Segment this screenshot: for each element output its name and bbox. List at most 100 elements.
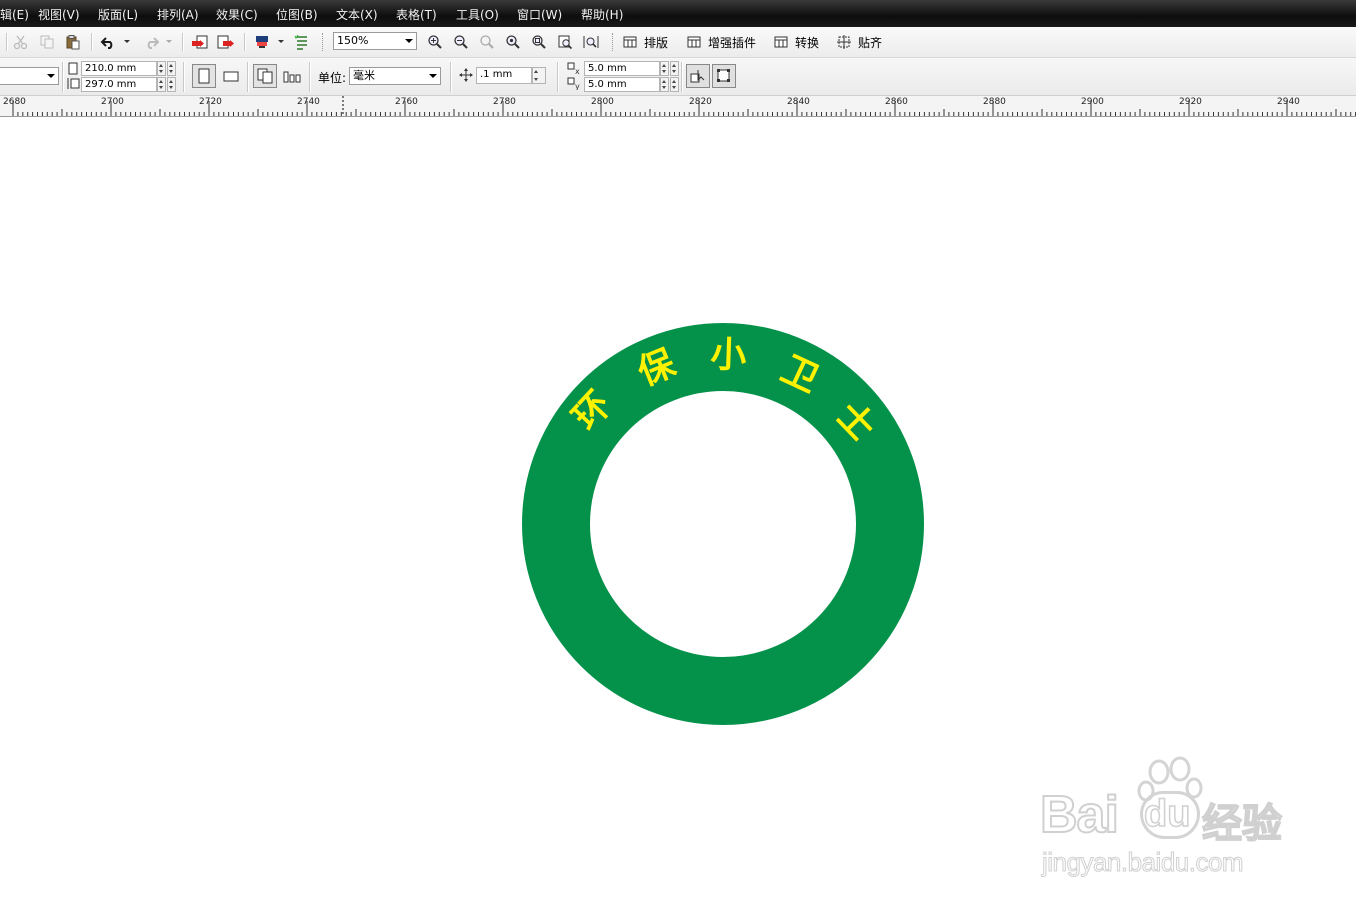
menu-arrange[interactable]: 排列(A): [157, 6, 199, 23]
menu-help[interactable]: 帮助(H): [581, 6, 623, 23]
unit-combo[interactable]: 毫米: [349, 67, 441, 85]
baidu-watermark: Bai du 经验 jingyan.baidu.com: [1039, 755, 1300, 878]
page-width-lock[interactable]: [167, 61, 176, 76]
duplicate-distance-y-field[interactable]: 5.0 mm: [584, 77, 660, 92]
landscape-button[interactable]: [220, 64, 242, 88]
zoom-out-icon[interactable]: [452, 33, 470, 51]
undo-icon[interactable]: [98, 33, 120, 51]
portrait-button[interactable]: [192, 64, 216, 88]
ruler-label: 2780: [493, 97, 516, 107]
ruler-label: 2840: [787, 97, 810, 107]
convert-plugin-button[interactable]: 转换: [773, 33, 829, 51]
menu-bar: 编辑(E) 视图(V) 版面(L) 排列(A) 效果(C) 位图(B) 文本(X…: [0, 0, 1356, 27]
treat-as-filled-icon: [690, 70, 705, 83]
ruler-label: 2740: [297, 97, 320, 107]
zoom-to-page-icon[interactable]: [556, 33, 574, 51]
duplicate-y-icon: y: [567, 77, 583, 93]
zoom-one-shot-icon[interactable]: [478, 33, 496, 51]
duplicate-x-icon: x: [567, 62, 583, 78]
undo-dropdown-icon[interactable]: [122, 36, 132, 48]
ruler-label: 2900: [1081, 97, 1104, 107]
paste-icon[interactable]: [64, 33, 82, 51]
ruler-label: 2680: [3, 97, 26, 107]
page-height-spinner[interactable]: [157, 77, 166, 92]
ruler-label: 2820: [689, 97, 712, 107]
horizontal-ruler[interactable]: 2680 2700 2720 2740 2760 2780 2800 2820 …: [0, 96, 1356, 117]
cut-icon[interactable]: [12, 33, 30, 51]
plugin-grid-icon: [774, 36, 788, 48]
copy-icon[interactable]: [38, 33, 56, 51]
import-icon[interactable]: [190, 33, 210, 51]
snap-plugin-label: 贴齐: [858, 35, 883, 50]
watermark-url: jingyan.baidu.com: [1041, 847, 1244, 878]
duplicate-distance-x-field[interactable]: 5.0 mm: [584, 61, 660, 76]
ruler-label: 2880: [983, 97, 1006, 107]
zoom-to-page-width-icon[interactable]: [582, 33, 600, 51]
redo-icon[interactable]: [140, 33, 162, 51]
page-width-field[interactable]: 210.0 mm: [81, 61, 157, 76]
svg-text:x: x: [575, 67, 580, 75]
convert-plugin-label: 转换: [795, 35, 820, 50]
layout-plugin-button[interactable]: 排版: [622, 33, 678, 51]
chevron-down-icon[interactable]: [47, 74, 55, 78]
baidu-du-text: du: [1143, 792, 1191, 836]
welcome-screen-icon[interactable]: [292, 33, 312, 51]
duplicate-x-spinner[interactable]: [670, 61, 679, 76]
landscape-icon: [223, 71, 239, 82]
layout-plugin-label: 排版: [644, 35, 669, 50]
duplicate-y-dropdown[interactable]: [660, 77, 669, 92]
page-height-icon: [66, 77, 80, 93]
paper-size-combo[interactable]: [0, 67, 59, 85]
menu-table[interactable]: 表格(T): [396, 6, 437, 23]
drawing-canvas[interactable]: 环 保 小 卫 士 Bai du 经验 jingyan.baidu.com: [0, 117, 1356, 902]
menu-layout[interactable]: 版面(L): [98, 6, 138, 23]
zoom-to-selected-icon[interactable]: [504, 33, 522, 51]
property-bar: 210.0 mm 297.0 mm 单位: 毫米 .1 mm x 5.0 mm …: [0, 58, 1356, 96]
duplicate-x-dropdown[interactable]: [660, 61, 669, 76]
enhance-plugin-button[interactable]: 增强插件: [686, 33, 766, 51]
nudge-distance-spinner[interactable]: [532, 67, 546, 84]
menu-edit[interactable]: 编辑(E): [0, 6, 29, 23]
page-height-field[interactable]: 297.0 mm: [81, 77, 157, 92]
unit-label: 单位:: [318, 71, 347, 85]
zoom-in-icon[interactable]: [426, 33, 444, 51]
page-height-lock[interactable]: [167, 77, 176, 92]
nudge-icon: [459, 68, 473, 85]
duplicate-y-spinner[interactable]: [670, 77, 679, 92]
baidu-brand-text: Bai: [1039, 785, 1120, 845]
arc-char: 小: [710, 333, 747, 376]
treat-as-filled-button[interactable]: [686, 64, 710, 88]
zoom-to-all-objects-icon[interactable]: [530, 33, 548, 51]
export-icon[interactable]: [216, 33, 236, 51]
zoom-level-value: 150%: [337, 34, 369, 47]
menu-window[interactable]: 窗口(W): [517, 6, 562, 23]
jingyan-text: 经验: [1201, 800, 1283, 848]
redo-dropdown-icon[interactable]: [164, 36, 174, 48]
menu-tools[interactable]: 工具(O): [456, 6, 499, 23]
current-page-icon: [283, 71, 301, 83]
page-width-spinner[interactable]: [157, 61, 166, 76]
ruler-label: 2800: [591, 97, 614, 107]
snap-plugin-button[interactable]: 贴齐: [836, 33, 892, 51]
chevron-down-icon[interactable]: [429, 74, 437, 78]
plugin-grid-icon: [687, 36, 701, 48]
edit-bounds-button[interactable]: [712, 64, 736, 88]
menu-view[interactable]: 视图(V): [38, 6, 80, 23]
all-pages-icon: [257, 68, 273, 84]
portrait-icon: [198, 68, 210, 84]
menu-effects[interactable]: 效果(C): [216, 6, 258, 23]
all-pages-button[interactable]: [253, 64, 277, 88]
enhance-plugin-label: 增强插件: [708, 35, 757, 50]
ruler-label: 2700: [101, 97, 124, 107]
application-launcher-icon[interactable]: [252, 33, 272, 51]
zoom-level-combo[interactable]: 150%: [333, 32, 417, 50]
ruler-label: 2860: [885, 97, 908, 107]
nudge-distance-field[interactable]: .1 mm: [476, 67, 532, 84]
chevron-down-icon[interactable]: [405, 39, 413, 43]
current-page-button[interactable]: [281, 64, 303, 88]
menu-text[interactable]: 文本(X): [336, 6, 378, 23]
ruler-label: 2760: [395, 97, 418, 107]
menu-bitmaps[interactable]: 位图(B): [276, 6, 318, 23]
launcher-dropdown-icon[interactable]: [276, 36, 286, 48]
standard-toolbar: 150% 排版 增强插件 转换 贴齐: [0, 27, 1356, 58]
